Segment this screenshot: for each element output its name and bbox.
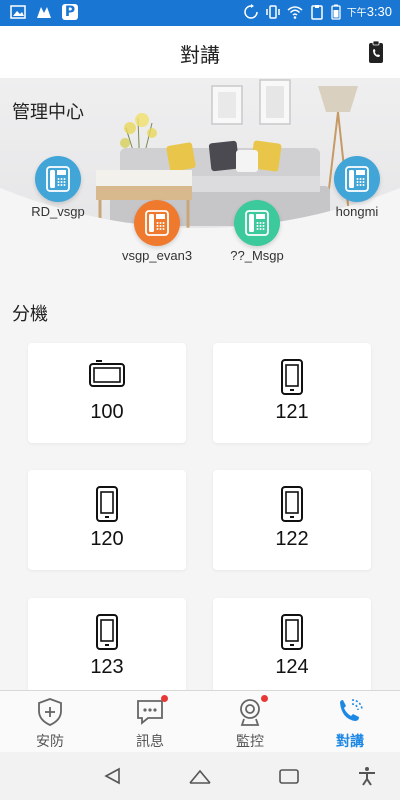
rotate-icon bbox=[243, 4, 258, 19]
extension-card-121[interactable]: 121 bbox=[213, 343, 371, 443]
notification-badge bbox=[161, 695, 168, 702]
center-node-hongmi[interactable]: hongmi bbox=[292, 156, 400, 219]
tab-label: 對講 bbox=[336, 734, 364, 750]
status-bar: P 下午3:30 bbox=[0, 0, 400, 26]
bottom-tab-bar: 安防 訊息 監控 對講 bbox=[0, 690, 400, 752]
battery-icon bbox=[331, 4, 341, 20]
page-title: 對講 bbox=[180, 43, 220, 67]
tab-label: 監控 bbox=[236, 734, 264, 750]
shield-plus-icon bbox=[38, 698, 62, 726]
extension-label: 122 bbox=[275, 528, 309, 550]
message-icon bbox=[137, 700, 163, 725]
home-icon[interactable] bbox=[188, 766, 212, 786]
tab-label: 安防 bbox=[36, 734, 64, 750]
phone-icon bbox=[96, 486, 118, 522]
extension-label: 124 bbox=[275, 656, 309, 678]
status-time: 下午3:30 bbox=[346, 4, 392, 19]
parking-icon: P bbox=[62, 4, 78, 20]
accessibility-icon[interactable] bbox=[355, 766, 379, 786]
back-icon[interactable] bbox=[101, 766, 125, 786]
app-icon bbox=[37, 7, 51, 18]
desk-phone-icon bbox=[234, 200, 280, 246]
phone-icon bbox=[281, 359, 303, 395]
tab-intercom[interactable]: 對講 bbox=[300, 697, 400, 751]
recents-icon[interactable] bbox=[277, 766, 301, 786]
extension-label: 100 bbox=[90, 401, 124, 423]
tab-security[interactable]: 安防 bbox=[0, 697, 100, 751]
camera-icon bbox=[240, 699, 260, 726]
top-header: 對講 bbox=[0, 26, 400, 78]
clipboard-call-icon[interactable] bbox=[368, 40, 384, 64]
desk-phone-icon bbox=[134, 200, 180, 246]
wifi-icon bbox=[287, 6, 303, 19]
tab-messages[interactable]: 訊息 bbox=[100, 695, 200, 751]
extensions-title: 分機 bbox=[12, 304, 48, 325]
intercom-call-icon bbox=[340, 699, 363, 721]
clipboard-icon bbox=[310, 5, 323, 20]
desk-phone-icon bbox=[334, 156, 380, 202]
phone-icon bbox=[281, 486, 303, 522]
tab-monitor[interactable]: 監控 bbox=[200, 695, 300, 751]
notification-badge bbox=[261, 695, 268, 702]
extension-label: 120 bbox=[90, 528, 124, 550]
extension-label: 121 bbox=[275, 401, 309, 423]
desk-phone-icon bbox=[35, 156, 81, 202]
tab-label: 訊息 bbox=[136, 734, 164, 750]
tablet-landscape-icon bbox=[89, 360, 125, 387]
center-node-label: ??_Msgp bbox=[230, 248, 284, 263]
extension-card-120[interactable]: 120 bbox=[28, 470, 186, 570]
phone-icon bbox=[281, 614, 303, 650]
extension-card-124[interactable]: 124 bbox=[213, 598, 371, 698]
extension-card-122[interactable]: 122 bbox=[213, 470, 371, 570]
image-icon bbox=[10, 5, 26, 19]
management-center-hero: 管理中心 RD_vsgp vsgp_evan3 ??_Msgp hongmi bbox=[0, 78, 400, 278]
extension-card-123[interactable]: 123 bbox=[28, 598, 186, 698]
vibrate-icon bbox=[265, 5, 280, 19]
extension-label: 123 bbox=[90, 656, 124, 678]
phone-icon bbox=[96, 614, 118, 650]
management-center-title: 管理中心 bbox=[12, 102, 84, 123]
system-navigation-bar bbox=[0, 752, 400, 800]
extension-card-100[interactable]: 100 bbox=[28, 343, 186, 443]
center-node-label: hongmi bbox=[335, 204, 379, 219]
